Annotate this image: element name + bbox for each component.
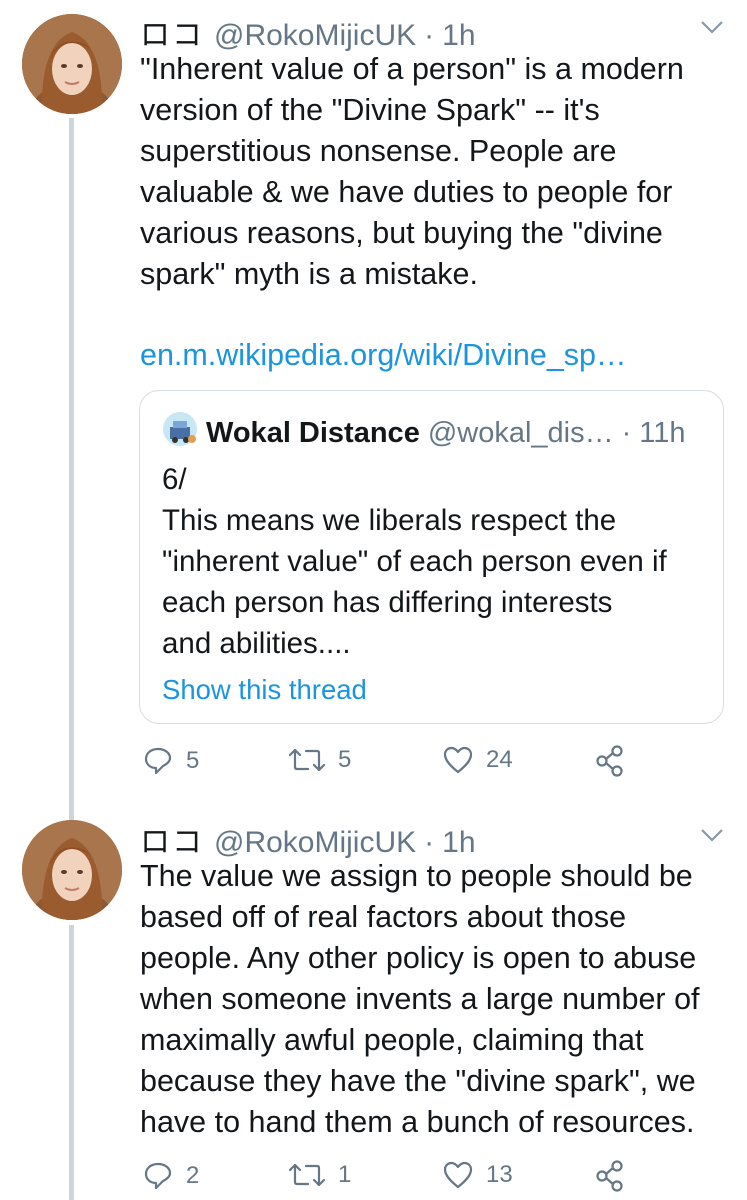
tweet-text-line: valuable & we have duties to people for bbox=[140, 175, 673, 209]
like-button[interactable]: 24 bbox=[442, 745, 513, 775]
share-icon bbox=[595, 1160, 625, 1192]
timestamp[interactable]: 1h bbox=[442, 826, 475, 860]
quoted-avatar[interactable] bbox=[162, 411, 198, 455]
reply-count: 5 bbox=[186, 747, 200, 774]
quoted-text-line: "inherent value" of each person even if bbox=[162, 545, 667, 578]
tweet-text-line: when someone invents a large number of bbox=[140, 982, 700, 1016]
user-handle[interactable]: @RokoMijicUK bbox=[214, 19, 416, 53]
quoted-tweet-header: Wokal Distance @wokal_dis… · 11h bbox=[162, 411, 686, 455]
tweet-header: ロコ @RokoMijicUK · 1h bbox=[140, 10, 476, 54]
retweet-icon bbox=[288, 745, 326, 775]
share-button[interactable] bbox=[595, 745, 625, 777]
reply-count: 2 bbox=[186, 1162, 200, 1189]
tweet-text-line: maximally awful people, claiming that bbox=[140, 1023, 644, 1057]
quoted-timestamp: 11h bbox=[639, 416, 686, 449]
quoted-user-handle: @wokal_dis… bbox=[427, 416, 614, 449]
quoted-text-line: 6/ bbox=[162, 463, 187, 496]
display-name[interactable]: ロコ bbox=[140, 10, 204, 54]
tweet-text-line: spark" myth is a mistake. bbox=[140, 257, 478, 291]
timestamp[interactable]: 1h bbox=[442, 19, 475, 53]
user-handle[interactable]: @RokoMijicUK bbox=[214, 826, 416, 860]
tweet-header: ロコ @RokoMijicUK · 1h bbox=[140, 817, 476, 861]
retweet-button[interactable]: 5 bbox=[288, 745, 351, 775]
tweet-text-line: "Inherent value of a person" is a modern bbox=[140, 52, 684, 86]
tweet-text-line: because they have the "divine spark", we bbox=[140, 1064, 696, 1098]
tweet-text-line: The value we assign to people should be bbox=[140, 859, 693, 893]
quoted-tweet[interactable]: Wokal Distance @wokal_dis… · 11h 6/ This… bbox=[139, 390, 724, 724]
reply-icon bbox=[142, 1160, 174, 1192]
avatar[interactable] bbox=[22, 820, 122, 920]
external-link[interactable]: en.m.wikipedia.org/wiki/Divine_sp… bbox=[140, 338, 627, 373]
tweet-text: "Inherent value of a person" is a modern… bbox=[140, 49, 730, 295]
tweet-text: The value we assign to people should be … bbox=[140, 856, 730, 1143]
reply-icon bbox=[142, 745, 174, 777]
thread-connector-line bbox=[69, 925, 74, 1200]
separator-dot: · bbox=[621, 416, 632, 449]
thread-connector-line bbox=[69, 118, 74, 820]
quoted-text-line: This means we liberals respect the bbox=[162, 504, 617, 537]
separator-dot: · bbox=[424, 19, 435, 52]
heart-icon bbox=[442, 745, 474, 775]
avatar[interactable] bbox=[22, 14, 122, 114]
tweet-actions: 5 5 24 bbox=[140, 745, 660, 785]
chevron-down-icon[interactable] bbox=[699, 18, 725, 41]
share-icon bbox=[595, 745, 625, 777]
tweet-text-line: various reasons, but buying the "divine bbox=[140, 216, 663, 250]
retweet-icon bbox=[288, 1160, 326, 1190]
like-button[interactable]: 13 bbox=[442, 1160, 513, 1190]
heart-icon bbox=[442, 1160, 474, 1190]
tweet-text-line: superstitious nonsense. People are bbox=[140, 134, 617, 168]
quoted-display-name: Wokal Distance bbox=[206, 416, 420, 449]
share-button[interactable] bbox=[595, 1160, 625, 1192]
quoted-text-line: each person has differing interests bbox=[162, 586, 613, 619]
display-name[interactable]: ロコ bbox=[140, 817, 204, 861]
retweet-count: 5 bbox=[338, 746, 352, 773]
tweet-text-line: people. Any other policy is open to abus… bbox=[140, 941, 697, 975]
reply-button[interactable]: 5 bbox=[142, 745, 199, 777]
like-count: 24 bbox=[486, 746, 513, 773]
reply-button[interactable]: 2 bbox=[142, 1160, 199, 1192]
quoted-text-line: and abilities.... bbox=[162, 627, 351, 660]
tweet-text-line: version of the "Divine Spark" -- it's bbox=[140, 93, 600, 127]
quoted-tweet-text: 6/ This means we liberals respect the "i… bbox=[162, 459, 667, 664]
tweet-actions: 2 1 13 bbox=[140, 1160, 660, 1200]
like-count: 13 bbox=[486, 1161, 513, 1188]
show-thread-link[interactable]: Show this thread bbox=[162, 674, 367, 706]
retweet-count: 1 bbox=[338, 1161, 352, 1188]
separator-dot: · bbox=[424, 826, 435, 859]
retweet-button[interactable]: 1 bbox=[288, 1160, 351, 1190]
tweet-text-line: based off of real factors about those bbox=[140, 900, 627, 934]
chevron-down-icon[interactable] bbox=[699, 826, 725, 849]
tweet-text-line: have to hand them a bunch of resources. bbox=[140, 1105, 695, 1139]
